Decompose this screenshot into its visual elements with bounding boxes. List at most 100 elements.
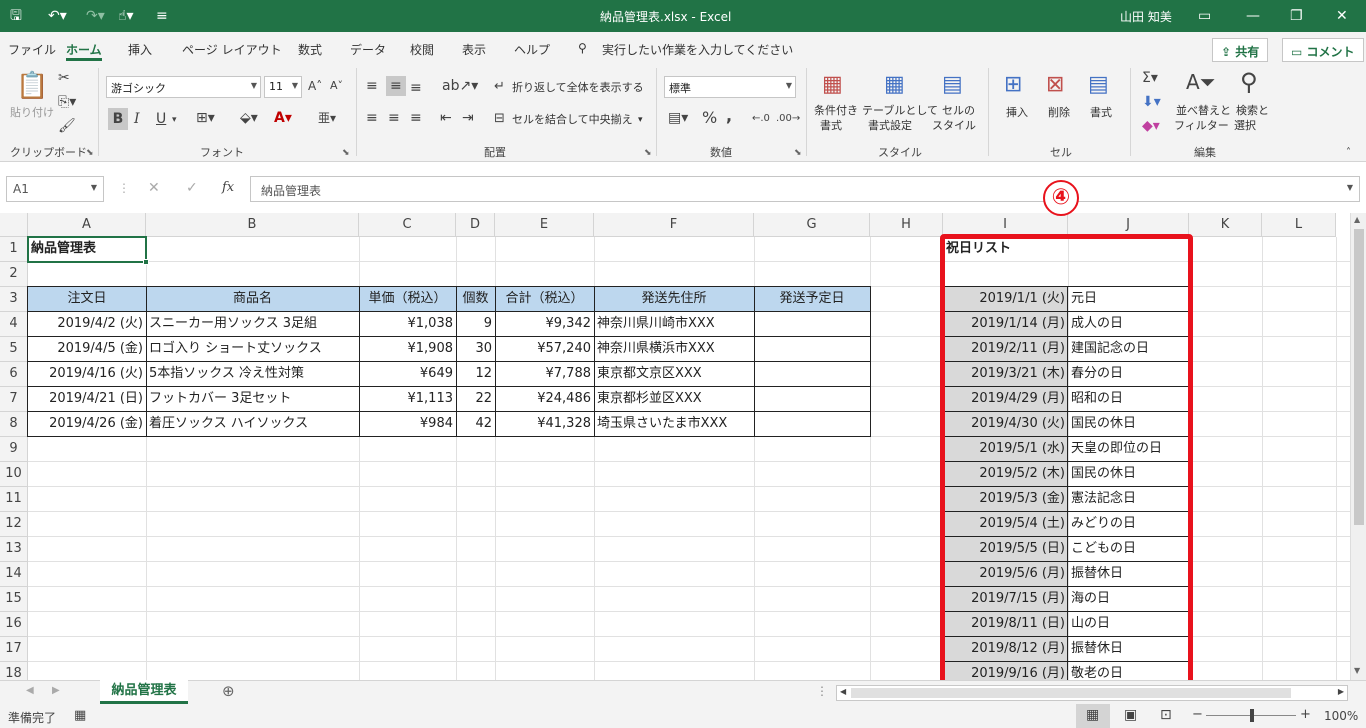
page-break-view-icon[interactable]: ⊡: [1160, 707, 1172, 723]
row-header[interactable]: 6: [0, 362, 28, 387]
phonetic-icon[interactable]: 亜▾: [318, 110, 336, 126]
table-cell[interactable]: ¥41,328: [495, 412, 594, 437]
sort-filter-icon[interactable]: A⏷: [1186, 70, 1216, 94]
table-cell[interactable]: ¥7,788: [495, 362, 594, 387]
table-cell[interactable]: ¥649: [359, 362, 456, 387]
increase-decimal-icon[interactable]: ←.0: [752, 111, 770, 127]
scroll-left-icon[interactable]: ◀: [840, 687, 846, 696]
format-cells-icon[interactable]: ▤: [1088, 72, 1109, 98]
column-header[interactable]: A: [28, 213, 146, 237]
find-select-icon[interactable]: ⚲: [1240, 68, 1258, 96]
chevron-down-icon[interactable]: ▾: [638, 113, 643, 127]
find-select-label-1[interactable]: 検索と: [1236, 104, 1269, 118]
redo-icon[interactable]: ↷▾: [86, 7, 105, 25]
format-as-table-icon[interactable]: ▦: [884, 72, 905, 98]
touch-mode-icon[interactable]: ☝▾: [118, 7, 134, 25]
tab-review[interactable]: 校閲: [410, 41, 434, 58]
row-header[interactable]: 7: [0, 387, 28, 412]
tab-page-layout[interactable]: ページ レイアウト: [182, 41, 282, 58]
table-cell[interactable]: スニーカー用ソックス 3足組: [146, 312, 359, 337]
table-cell[interactable]: 5本指ソックス 冷え性対策: [146, 362, 359, 387]
horizontal-scrollbar[interactable]: ◀ ▶: [836, 685, 1348, 701]
autosum-icon[interactable]: Σ▾: [1142, 70, 1158, 86]
scroll-up-icon[interactable]: ▲: [1354, 215, 1360, 224]
align-left-icon[interactable]: ≡: [366, 110, 378, 126]
row-header[interactable]: 16: [0, 612, 28, 637]
customize-qat-icon[interactable]: ≡: [156, 7, 168, 25]
wrap-text-button[interactable]: 折り返して全体を表示する: [512, 81, 644, 95]
table-header[interactable]: 発送先住所: [594, 287, 754, 312]
undo-icon[interactable]: ↶▾: [48, 7, 67, 25]
table-cell[interactable]: [754, 362, 870, 387]
paste-icon[interactable]: 📋: [16, 72, 48, 100]
user-name[interactable]: 山田 知美: [1120, 8, 1172, 25]
row-header[interactable]: 15: [0, 587, 28, 612]
clipboard-launcher-icon[interactable]: ⬊: [86, 146, 94, 160]
align-top-icon[interactable]: ≡: [366, 78, 378, 94]
column-header[interactable]: H: [870, 213, 943, 237]
number-format-box[interactable]: 標準 ▼: [664, 76, 796, 98]
table-cell[interactable]: ¥24,486: [495, 387, 594, 412]
format-as-table-label-2[interactable]: 書式設定: [868, 119, 912, 133]
minimize-icon[interactable]: —: [1246, 7, 1260, 25]
table-cell[interactable]: ¥1,038: [359, 312, 456, 337]
table-cell[interactable]: ロゴ入り ショート丈ソックス: [146, 337, 359, 362]
table-cell[interactable]: 42: [456, 412, 495, 437]
normal-view-icon[interactable]: ▦: [1086, 707, 1099, 723]
cell-styles-label-2[interactable]: スタイル: [932, 119, 976, 133]
tab-data[interactable]: データ: [350, 41, 386, 58]
tab-insert[interactable]: 挿入: [128, 41, 152, 58]
tell-me-icon[interactable]: ⚲: [578, 41, 587, 55]
table-header[interactable]: 注文日: [28, 287, 146, 312]
zoom-slider-thumb[interactable]: [1250, 709, 1254, 722]
decrease-indent-icon[interactable]: ⇤: [440, 110, 452, 126]
next-sheet-icon[interactable]: ▶: [52, 685, 60, 696]
ribbon-display-icon[interactable]: ▭: [1198, 7, 1211, 25]
table-cell[interactable]: 22: [456, 387, 495, 412]
align-middle-icon[interactable]: ≡: [386, 76, 406, 96]
table-cell[interactable]: 9: [456, 312, 495, 337]
vertical-scrollbar[interactable]: ▲ ▼: [1350, 213, 1366, 680]
table-cell[interactable]: 12: [456, 362, 495, 387]
insert-function-icon[interactable]: fx: [222, 180, 234, 195]
row-header[interactable]: 2: [0, 262, 28, 287]
table-header[interactable]: 発送予定日: [754, 287, 870, 312]
copy-icon[interactable]: ⎘▾: [58, 94, 76, 110]
table-cell[interactable]: 2019/4/16 (火): [28, 362, 146, 387]
conditional-format-label-2[interactable]: 書式: [820, 119, 842, 133]
table-cell[interactable]: 2019/4/21 (日): [28, 387, 146, 412]
table-cell[interactable]: [754, 412, 870, 437]
decrease-decimal-icon[interactable]: .00→: [776, 111, 800, 127]
align-right-icon[interactable]: ≡: [410, 110, 422, 126]
cell-styles-icon[interactable]: ▤: [942, 72, 963, 98]
close-icon[interactable]: ✕: [1336, 7, 1348, 25]
borders-icon[interactable]: ⊞▾: [196, 110, 215, 126]
table-header[interactable]: 商品名: [146, 287, 359, 312]
table-cell[interactable]: フットカバー 3足セット: [146, 387, 359, 412]
row-header[interactable]: 1: [0, 237, 28, 262]
wrap-text-icon[interactable]: ↵: [494, 79, 505, 95]
align-bottom-icon[interactable]: ≡: [410, 80, 422, 96]
bold-button[interactable]: B: [108, 108, 128, 130]
row-header[interactable]: 11: [0, 487, 28, 512]
column-header[interactable]: F: [594, 213, 754, 237]
row-header[interactable]: 3: [0, 287, 28, 312]
format-as-table-label-1[interactable]: テーブルとして: [862, 104, 938, 118]
table-cell[interactable]: 2019/4/26 (金): [28, 412, 146, 437]
row-header[interactable]: 5: [0, 337, 28, 362]
table-cell[interactable]: ¥1,113: [359, 387, 456, 412]
sort-filter-label-2[interactable]: フィルター: [1174, 119, 1229, 133]
row-header[interactable]: 9: [0, 437, 28, 462]
tell-me-input[interactable]: 実行したい作業を入力してください: [602, 41, 793, 58]
table-header[interactable]: 単価（税込）: [359, 287, 456, 312]
table-cell[interactable]: [754, 387, 870, 412]
prev-sheet-icon[interactable]: ◀: [26, 685, 34, 696]
table-cell[interactable]: ¥984: [359, 412, 456, 437]
insert-cells-button[interactable]: 挿入: [1006, 106, 1028, 120]
delete-cells-button[interactable]: 削除: [1048, 106, 1070, 120]
accounting-format-icon[interactable]: ▤▾: [668, 110, 688, 126]
increase-font-icon[interactable]: A˄: [308, 78, 322, 94]
table-cell[interactable]: 30: [456, 337, 495, 362]
format-cells-button[interactable]: 書式: [1090, 106, 1112, 120]
row-header[interactable]: 10: [0, 462, 28, 487]
